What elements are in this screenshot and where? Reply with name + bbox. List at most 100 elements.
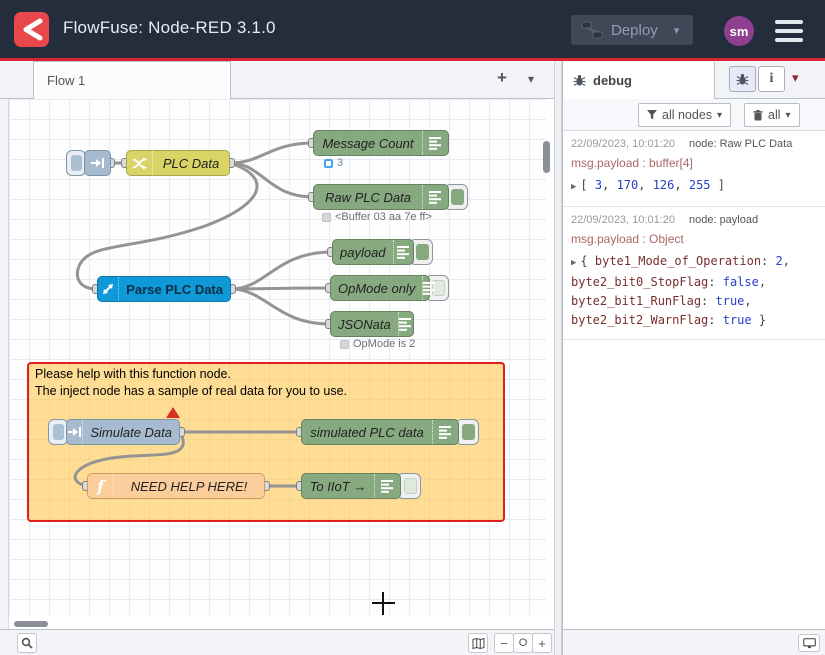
inject-arrow-icon	[67, 420, 83, 444]
sidebar-splitter[interactable]	[554, 61, 562, 655]
flow-canvas[interactable]	[9, 99, 546, 615]
zoom-reset-button[interactable]: O	[513, 633, 533, 653]
user-avatar[interactable]: sm	[724, 16, 754, 46]
deploy-menu-caret-icon[interactable]: ▾	[674, 24, 680, 37]
json-key: byte2_bit1_RunFlag	[571, 294, 701, 308]
canvas-horizontal-scrollbar[interactable]	[14, 621, 48, 627]
main-menu-icon[interactable]	[775, 20, 803, 42]
status-dot	[340, 340, 349, 349]
debug-panel-button[interactable]	[729, 66, 756, 92]
node-inject-plc[interactable]	[84, 150, 111, 176]
wire[interactable]	[231, 288, 330, 289]
bug-icon	[573, 74, 586, 87]
debug-message: 22/09/2023, 10:01:20node: Raw PLC Data m…	[563, 131, 825, 207]
node-label: To IIoT →	[302, 479, 374, 494]
json-punct: :	[761, 254, 775, 268]
debug-toolbar: all nodes ▾ all ▾	[563, 99, 825, 131]
node-label: payload	[333, 245, 393, 260]
inject-button[interactable]	[48, 419, 68, 445]
debug-message-list: 22/09/2023, 10:01:20node: Raw PLC Data m…	[563, 131, 825, 340]
debug-tab-label: debug	[593, 73, 632, 88]
canvas-vertical-scrollbar[interactable]	[543, 141, 550, 173]
node-simulated-plc-data[interactable]: simulated PLC data	[301, 419, 459, 445]
node-label: Message Count	[314, 136, 422, 151]
error-triangle-icon	[166, 407, 180, 418]
node-label: Parse PLC Data	[119, 282, 230, 297]
json-punct: ,	[638, 178, 652, 192]
shuffle-icon	[127, 151, 153, 175]
status-text: <Buffer 03 aa 7e ff>	[335, 211, 432, 223]
monitor-icon	[803, 638, 816, 649]
filter-label: all nodes	[662, 108, 712, 122]
search-button[interactable]	[17, 633, 37, 653]
json-punct: {	[580, 254, 594, 268]
app-title: FlowFuse: Node-RED 3.1.0	[63, 18, 276, 38]
tab-debug[interactable]: debug	[563, 61, 715, 99]
node-payload[interactable]: payload	[332, 239, 414, 265]
message-timestamp: 22/09/2023, 10:01:20	[571, 138, 675, 150]
node-to-iiot[interactable]: To IIoT →	[301, 473, 401, 499]
message-meta: msg.payload : Object	[571, 232, 818, 246]
debug-icon	[393, 240, 413, 264]
node-jsonata[interactable]: JSONata	[330, 311, 414, 337]
flow-list-caret-icon[interactable]: ▾	[528, 72, 534, 86]
node-need-help[interactable]: f NEED HELP HERE!	[87, 473, 265, 499]
json-punct: :	[708, 275, 722, 289]
json-punct: ,	[602, 178, 616, 192]
node-status: <Buffer 03 aa 7e ff>	[322, 211, 432, 223]
node-label: PLC Data	[153, 156, 229, 171]
json-key: byte2_bit2_WarnFlag	[571, 313, 708, 327]
sidebar-collapse-caret-icon[interactable]: ▾	[792, 70, 799, 86]
zoom-out-button[interactable]: −	[494, 633, 514, 653]
deploy-icon	[579, 20, 605, 40]
json-punct: :	[708, 313, 722, 327]
json-boolean: true	[716, 294, 745, 308]
trash-icon	[753, 110, 763, 121]
node-raw-plc-data[interactable]: Raw PLC Data	[313, 184, 449, 210]
json-key: byte1_Mode_of_Operation	[595, 254, 761, 268]
node-parse-plc-data[interactable]: Parse PLC Data	[97, 276, 231, 302]
json-punct: ,	[783, 254, 790, 268]
node-message-count[interactable]: Message Count	[313, 130, 449, 156]
node-label: Raw PLC Data	[314, 190, 422, 205]
json-punct: ]	[711, 178, 725, 192]
json-punct: }	[752, 313, 766, 327]
navigator-button[interactable]	[468, 633, 488, 653]
status-text: 3	[337, 157, 343, 169]
function-icon: f	[88, 474, 114, 498]
group-label-line2: The inject node has a sample of real dat…	[35, 384, 503, 398]
expand-caret-icon[interactable]: ▶	[571, 182, 576, 192]
canvas-left-gutter	[0, 99, 9, 629]
flowfuse-logo-icon	[14, 12, 49, 47]
json-number: 126	[653, 178, 675, 192]
node-plc-data[interactable]: PLC Data	[126, 150, 230, 176]
node-label: OpMode only	[331, 281, 422, 296]
status-dot-blue	[324, 159, 333, 168]
message-source-node: node: payload	[689, 214, 758, 226]
json-punct: ,	[674, 178, 688, 192]
debug-icon	[422, 276, 436, 300]
zoom-in-button[interactable]: +	[532, 633, 552, 653]
clear-messages-button[interactable]: all ▾	[744, 103, 800, 127]
node-simulate-data[interactable]: Simulate Data	[66, 419, 180, 445]
sidebar-footer	[563, 629, 825, 655]
debug-message: 22/09/2023, 10:01:20node: payload msg.pa…	[563, 207, 825, 340]
deploy-button[interactable]: Deploy ▾	[571, 15, 693, 45]
message-payload: ▶[ 3, 170, 126, 255 ]	[571, 176, 818, 197]
deploy-label: Deploy	[611, 22, 658, 39]
json-punct: ,	[744, 294, 751, 308]
debug-icon	[432, 420, 458, 444]
status-dot	[322, 213, 331, 222]
open-in-window-button[interactable]	[798, 634, 820, 652]
expand-caret-icon[interactable]: ▶	[571, 258, 576, 268]
tab-flow-1[interactable]: Flow 1	[33, 61, 231, 99]
filter-nodes-button[interactable]: all nodes ▾	[638, 103, 731, 127]
info-panel-button[interactable]: i	[758, 66, 785, 92]
canvas-footer: − O +	[0, 629, 554, 655]
inject-button[interactable]	[66, 150, 86, 176]
add-flow-button[interactable]: +	[497, 68, 507, 88]
json-number: 255	[689, 178, 711, 192]
message-meta: msg.payload : buffer[4]	[571, 156, 818, 170]
node-opmode-only[interactable]: OpMode only	[330, 275, 430, 301]
debug-icon	[422, 131, 448, 155]
